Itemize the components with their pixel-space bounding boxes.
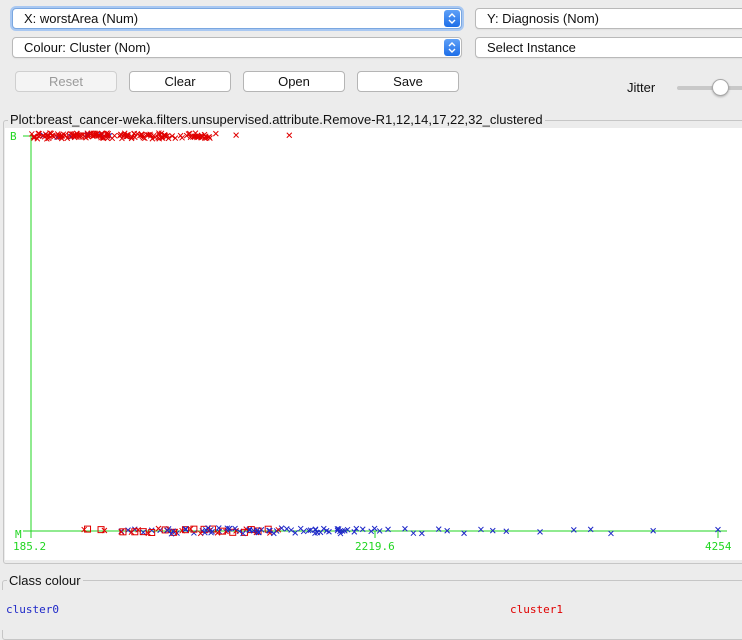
legend-title: Class colour xyxy=(7,573,83,588)
plot-title: Plot:breast_cancer-weka.filters.unsuperv… xyxy=(8,112,545,127)
jitter-slider-track[interactable] xyxy=(677,86,742,90)
cluster0-point xyxy=(320,525,327,532)
y-axis-select-value: Y: Diagnosis (Nom) xyxy=(487,11,599,26)
class-colour-legend: cluster0 cluster1 xyxy=(2,590,742,630)
y-axis-select[interactable]: Y: Diagnosis (Nom) xyxy=(475,8,742,29)
y-tick-label-b: B xyxy=(10,130,17,143)
cluster1-point xyxy=(155,525,162,532)
cluster1-point xyxy=(212,130,219,137)
open-button[interactable]: Open xyxy=(243,71,345,92)
cluster1-point xyxy=(109,135,116,142)
chevron-updown-icon xyxy=(444,10,460,27)
chevron-updown-icon xyxy=(444,39,460,56)
cluster1-box-point xyxy=(139,528,147,536)
x-tick-label-mid: 2219.6 xyxy=(355,540,395,553)
jitter-slider-knob[interactable] xyxy=(712,79,729,96)
cluster1-point xyxy=(131,130,137,137)
x-tick-label-max: 4254 xyxy=(705,540,732,553)
cluster1-point xyxy=(177,132,184,139)
select-instance-value: Select Instance xyxy=(487,40,576,55)
colour-select[interactable]: Colour: Cluster (Nom) xyxy=(12,37,462,58)
scatter-plot: B M 185.2 2219.6 4254 xyxy=(10,130,732,553)
cluster1-point xyxy=(172,135,179,141)
cluster0-point xyxy=(418,530,425,537)
cluster0-point xyxy=(371,525,378,532)
select-instance-select[interactable]: Select Instance xyxy=(475,37,742,58)
clear-button[interactable]: Clear xyxy=(129,71,231,92)
cluster0-point xyxy=(608,530,614,537)
plot-points xyxy=(28,130,721,537)
reset-button[interactable]: Reset xyxy=(15,71,117,92)
colour-select-value: Colour: Cluster (Nom) xyxy=(24,40,151,55)
x-tick-label-min: 185.2 xyxy=(13,540,46,553)
cluster1-point xyxy=(233,132,239,138)
cluster1-point xyxy=(286,132,293,139)
cluster0-point xyxy=(297,525,304,532)
plot-area[interactable]: B M 185.2 2219.6 4254 xyxy=(5,128,742,560)
x-axis-select[interactable]: X: worstArea (Num) xyxy=(12,8,462,29)
cluster0-point xyxy=(537,529,543,535)
cluster0-point xyxy=(288,527,295,533)
save-button[interactable]: Save xyxy=(357,71,459,92)
jitter-label: Jitter xyxy=(627,80,656,95)
legend-item-cluster0[interactable]: cluster0 xyxy=(6,603,59,616)
legend-item-cluster1[interactable]: cluster1 xyxy=(510,603,563,616)
cluster0-point xyxy=(461,530,467,537)
cluster0-point xyxy=(570,527,577,533)
x-axis-select-value: X: worstArea (Num) xyxy=(24,11,139,26)
